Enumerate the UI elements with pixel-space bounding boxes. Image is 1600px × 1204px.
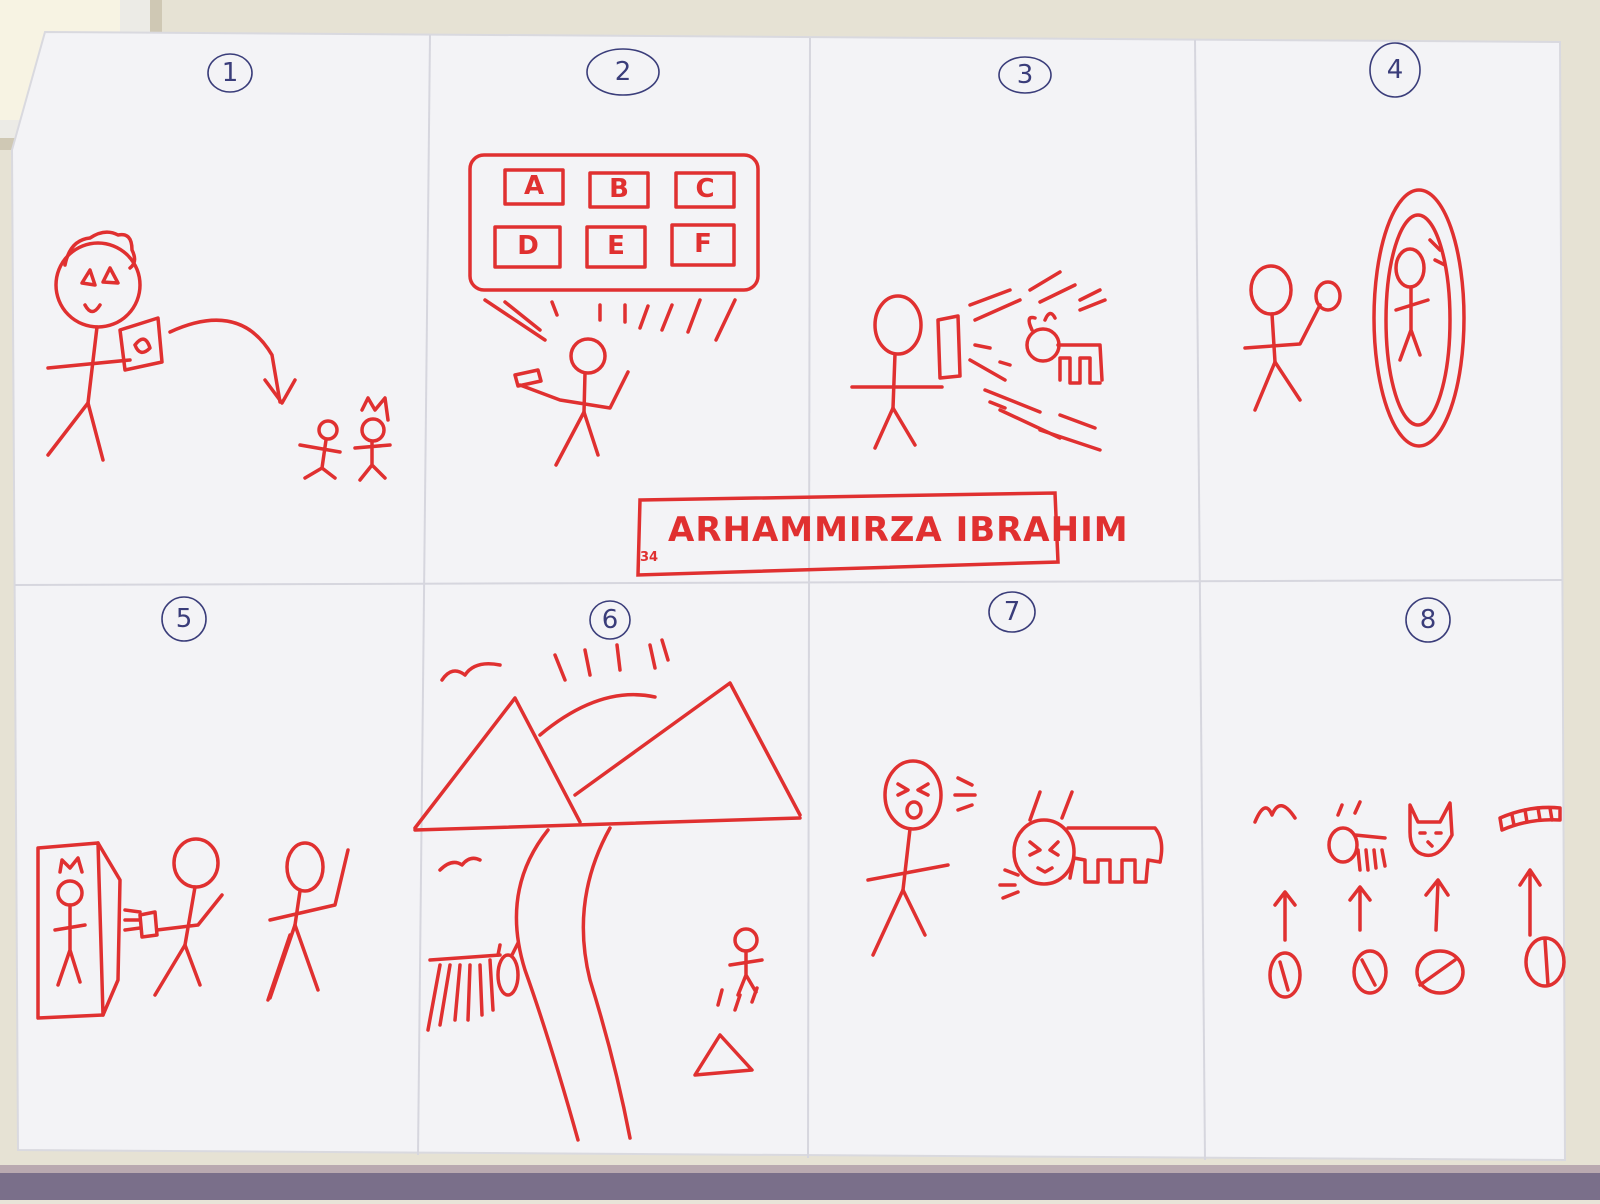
storyboard-drawing <box>0 0 1600 1200</box>
panel-number-8: 8 <box>1419 605 1437 635</box>
grid-letter-e: E <box>607 231 625 261</box>
panel-number-4: 4 <box>1386 55 1404 85</box>
panel-number-6: 6 <box>601 605 619 635</box>
paper-sheet <box>10 30 1567 1162</box>
name-box-small-text: 34 <box>640 550 659 565</box>
panel-number-1: 1 <box>221 58 239 88</box>
name-box-text: ARHAMMIRZA IBRAHIM <box>668 510 1129 550</box>
panel-number-5: 5 <box>175 604 193 634</box>
panel-number-3: 3 <box>1016 60 1034 90</box>
grid-letter-c: C <box>695 174 715 204</box>
panel-number-2: 2 <box>614 57 632 87</box>
panel-number-7: 7 <box>1003 597 1021 627</box>
grid-letter-b: B <box>609 174 629 204</box>
storyboard-photo: 1 2 3 4 5 6 7 8 A B C D E F ARHAMMIRZA I… <box>0 0 1600 1200</box>
grid-letter-a: A <box>523 171 545 201</box>
grid-letter-d: D <box>517 231 539 261</box>
grid-letter-f: F <box>694 229 712 259</box>
